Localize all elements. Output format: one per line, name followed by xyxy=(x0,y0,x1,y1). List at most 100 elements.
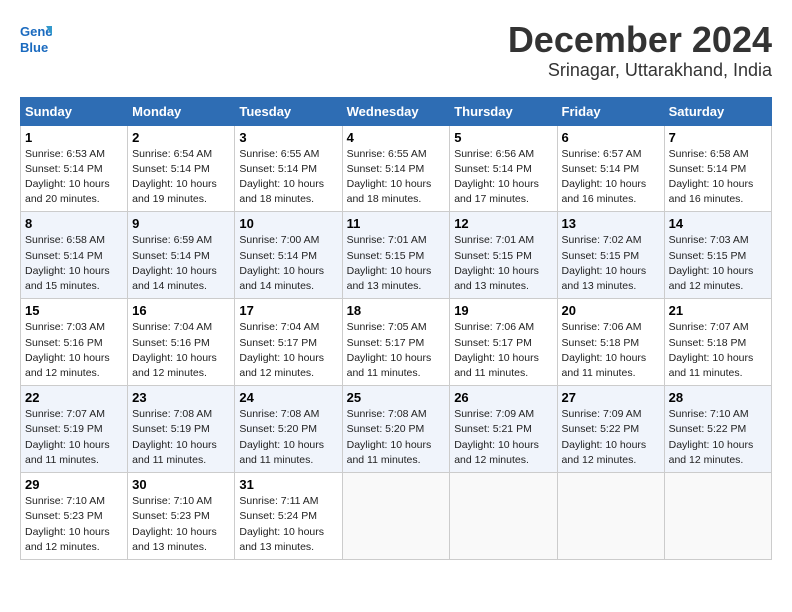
title-block: December 2024 Srinagar, Uttarakhand, Ind… xyxy=(508,20,772,81)
day-number: 23 xyxy=(132,390,230,405)
calendar-cell: 13 Sunrise: 7:02 AM Sunset: 5:15 PM Dayl… xyxy=(557,212,664,299)
day-number: 31 xyxy=(239,477,337,492)
day-number: 24 xyxy=(239,390,337,405)
day-number: 18 xyxy=(347,303,446,318)
day-info: Sunrise: 6:54 AM Sunset: 5:14 PM Dayligh… xyxy=(132,147,230,208)
day-info: Sunrise: 7:08 AM Sunset: 5:20 PM Dayligh… xyxy=(239,407,337,468)
day-number: 27 xyxy=(562,390,660,405)
calendar-cell: 20 Sunrise: 7:06 AM Sunset: 5:18 PM Dayl… xyxy=(557,299,664,386)
day-number: 19 xyxy=(454,303,552,318)
calendar-cell: 7 Sunrise: 6:58 AM Sunset: 5:14 PM Dayli… xyxy=(664,125,771,212)
calendar-cell: 10 Sunrise: 7:00 AM Sunset: 5:14 PM Dayl… xyxy=(235,212,342,299)
calendar-cell: 27 Sunrise: 7:09 AM Sunset: 5:22 PM Dayl… xyxy=(557,386,664,473)
calendar-cell: 24 Sunrise: 7:08 AM Sunset: 5:20 PM Dayl… xyxy=(235,386,342,473)
day-info: Sunrise: 7:06 AM Sunset: 5:17 PM Dayligh… xyxy=(454,320,552,381)
day-info: Sunrise: 7:02 AM Sunset: 5:15 PM Dayligh… xyxy=(562,233,660,294)
day-number: 11 xyxy=(347,216,446,231)
logo-icon: General Blue xyxy=(20,20,52,56)
page-header: General Blue December 2024 Srinagar, Utt… xyxy=(20,20,772,81)
calendar-cell: 23 Sunrise: 7:08 AM Sunset: 5:19 PM Dayl… xyxy=(128,386,235,473)
calendar-cell: 29 Sunrise: 7:10 AM Sunset: 5:23 PM Dayl… xyxy=(21,473,128,560)
day-number: 4 xyxy=(347,130,446,145)
month-title: December 2024 xyxy=(508,20,772,60)
day-info: Sunrise: 6:59 AM Sunset: 5:14 PM Dayligh… xyxy=(132,233,230,294)
day-info: Sunrise: 7:05 AM Sunset: 5:17 PM Dayligh… xyxy=(347,320,446,381)
day-number: 15 xyxy=(25,303,123,318)
day-info: Sunrise: 7:08 AM Sunset: 5:19 PM Dayligh… xyxy=(132,407,230,468)
day-info: Sunrise: 7:00 AM Sunset: 5:14 PM Dayligh… xyxy=(239,233,337,294)
svg-text:Blue: Blue xyxy=(20,40,48,55)
day-info: Sunrise: 7:09 AM Sunset: 5:21 PM Dayligh… xyxy=(454,407,552,468)
calendar-header-wednesday: Wednesday xyxy=(342,97,450,125)
calendar-cell xyxy=(557,473,664,560)
day-info: Sunrise: 7:04 AM Sunset: 5:16 PM Dayligh… xyxy=(132,320,230,381)
calendar-header-tuesday: Tuesday xyxy=(235,97,342,125)
calendar-cell: 18 Sunrise: 7:05 AM Sunset: 5:17 PM Dayl… xyxy=(342,299,450,386)
day-number: 29 xyxy=(25,477,123,492)
calendar-cell xyxy=(664,473,771,560)
day-info: Sunrise: 7:03 AM Sunset: 5:16 PM Dayligh… xyxy=(25,320,123,381)
calendar-cell: 30 Sunrise: 7:10 AM Sunset: 5:23 PM Dayl… xyxy=(128,473,235,560)
day-info: Sunrise: 6:55 AM Sunset: 5:14 PM Dayligh… xyxy=(239,147,337,208)
day-number: 2 xyxy=(132,130,230,145)
calendar-cell: 19 Sunrise: 7:06 AM Sunset: 5:17 PM Dayl… xyxy=(450,299,557,386)
day-info: Sunrise: 7:08 AM Sunset: 5:20 PM Dayligh… xyxy=(347,407,446,468)
calendar-cell: 21 Sunrise: 7:07 AM Sunset: 5:18 PM Dayl… xyxy=(664,299,771,386)
calendar-cell: 2 Sunrise: 6:54 AM Sunset: 5:14 PM Dayli… xyxy=(128,125,235,212)
calendar-cell: 12 Sunrise: 7:01 AM Sunset: 5:15 PM Dayl… xyxy=(450,212,557,299)
calendar-cell: 11 Sunrise: 7:01 AM Sunset: 5:15 PM Dayl… xyxy=(342,212,450,299)
day-number: 26 xyxy=(454,390,552,405)
calendar-cell xyxy=(342,473,450,560)
calendar-cell: 26 Sunrise: 7:09 AM Sunset: 5:21 PM Dayl… xyxy=(450,386,557,473)
day-number: 5 xyxy=(454,130,552,145)
day-number: 8 xyxy=(25,216,123,231)
day-info: Sunrise: 7:10 AM Sunset: 5:23 PM Dayligh… xyxy=(132,494,230,555)
day-info: Sunrise: 6:58 AM Sunset: 5:14 PM Dayligh… xyxy=(669,147,767,208)
day-number: 30 xyxy=(132,477,230,492)
calendar-cell: 14 Sunrise: 7:03 AM Sunset: 5:15 PM Dayl… xyxy=(664,212,771,299)
day-number: 25 xyxy=(347,390,446,405)
calendar-cell: 8 Sunrise: 6:58 AM Sunset: 5:14 PM Dayli… xyxy=(21,212,128,299)
calendar-header-thursday: Thursday xyxy=(450,97,557,125)
calendar-cell: 9 Sunrise: 6:59 AM Sunset: 5:14 PM Dayli… xyxy=(128,212,235,299)
day-number: 16 xyxy=(132,303,230,318)
calendar-cell: 5 Sunrise: 6:56 AM Sunset: 5:14 PM Dayli… xyxy=(450,125,557,212)
day-number: 13 xyxy=(562,216,660,231)
day-number: 14 xyxy=(669,216,767,231)
day-info: Sunrise: 6:56 AM Sunset: 5:14 PM Dayligh… xyxy=(454,147,552,208)
calendar-cell: 3 Sunrise: 6:55 AM Sunset: 5:14 PM Dayli… xyxy=(235,125,342,212)
day-number: 21 xyxy=(669,303,767,318)
calendar-header-monday: Monday xyxy=(128,97,235,125)
day-number: 20 xyxy=(562,303,660,318)
calendar-cell: 1 Sunrise: 6:53 AM Sunset: 5:14 PM Dayli… xyxy=(21,125,128,212)
day-number: 1 xyxy=(25,130,123,145)
day-info: Sunrise: 7:07 AM Sunset: 5:19 PM Dayligh… xyxy=(25,407,123,468)
day-info: Sunrise: 6:55 AM Sunset: 5:14 PM Dayligh… xyxy=(347,147,446,208)
day-number: 12 xyxy=(454,216,552,231)
day-info: Sunrise: 6:57 AM Sunset: 5:14 PM Dayligh… xyxy=(562,147,660,208)
calendar-header-sunday: Sunday xyxy=(21,97,128,125)
day-number: 6 xyxy=(562,130,660,145)
day-number: 22 xyxy=(25,390,123,405)
day-info: Sunrise: 7:04 AM Sunset: 5:17 PM Dayligh… xyxy=(239,320,337,381)
logo: General Blue xyxy=(20,20,52,56)
day-number: 3 xyxy=(239,130,337,145)
day-info: Sunrise: 7:03 AM Sunset: 5:15 PM Dayligh… xyxy=(669,233,767,294)
day-info: Sunrise: 7:01 AM Sunset: 5:15 PM Dayligh… xyxy=(454,233,552,294)
day-info: Sunrise: 7:01 AM Sunset: 5:15 PM Dayligh… xyxy=(347,233,446,294)
calendar-cell: 28 Sunrise: 7:10 AM Sunset: 5:22 PM Dayl… xyxy=(664,386,771,473)
day-info: Sunrise: 7:11 AM Sunset: 5:24 PM Dayligh… xyxy=(239,494,337,555)
calendar-table: SundayMondayTuesdayWednesdayThursdayFrid… xyxy=(20,97,772,560)
day-number: 9 xyxy=(132,216,230,231)
day-number: 10 xyxy=(239,216,337,231)
calendar-cell: 6 Sunrise: 6:57 AM Sunset: 5:14 PM Dayli… xyxy=(557,125,664,212)
calendar-cell: 22 Sunrise: 7:07 AM Sunset: 5:19 PM Dayl… xyxy=(21,386,128,473)
day-info: Sunrise: 7:06 AM Sunset: 5:18 PM Dayligh… xyxy=(562,320,660,381)
calendar-header-saturday: Saturday xyxy=(664,97,771,125)
day-number: 17 xyxy=(239,303,337,318)
calendar-cell: 15 Sunrise: 7:03 AM Sunset: 5:16 PM Dayl… xyxy=(21,299,128,386)
calendar-cell: 25 Sunrise: 7:08 AM Sunset: 5:20 PM Dayl… xyxy=(342,386,450,473)
day-info: Sunrise: 7:10 AM Sunset: 5:23 PM Dayligh… xyxy=(25,494,123,555)
location-title: Srinagar, Uttarakhand, India xyxy=(508,60,772,81)
day-info: Sunrise: 6:58 AM Sunset: 5:14 PM Dayligh… xyxy=(25,233,123,294)
